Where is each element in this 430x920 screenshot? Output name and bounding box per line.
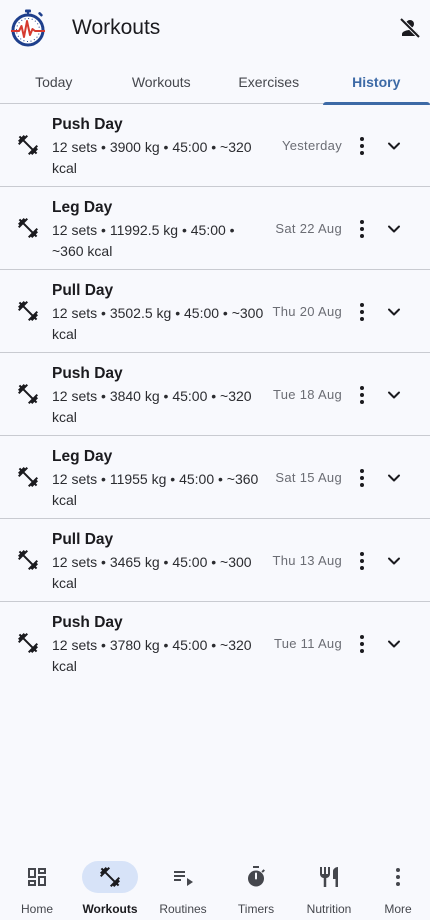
nav-indicator [228, 861, 284, 893]
workout-title: Pull Day [52, 282, 114, 299]
chevron-down-icon[interactable] [382, 134, 406, 158]
more-vert-icon[interactable] [350, 217, 374, 241]
nav-label: More [384, 902, 412, 916]
nav-workouts[interactable]: Workouts [74, 848, 146, 920]
workout-summary: 12 sets • 11955 kg • 45:00 • ~360 kcal [52, 471, 259, 508]
history-item[interactable]: Pull Day 12 sets • 3465 kg • 45:00 • ~30… [0, 519, 430, 602]
bottom-navigation: Home Workouts Routines Timers Nutrition … [0, 848, 430, 920]
more-vert-icon[interactable] [350, 134, 374, 158]
nav-indicator [155, 861, 211, 893]
top-app-bar: Workouts [0, 0, 430, 56]
person-off-icon[interactable] [398, 16, 422, 40]
more-vert-icon[interactable] [350, 549, 374, 573]
tab-label: Workouts [131, 74, 191, 90]
tab-label: History [352, 74, 401, 90]
tab-label: Today [35, 74, 73, 90]
workout-date: Thu 13 Aug [272, 553, 342, 568]
nav-nutrition[interactable]: Nutrition [293, 848, 365, 920]
nav-label: Timers [237, 902, 275, 916]
workout-summary: 12 sets • 3502.5 kg • 45:00 • ~300 kcal [52, 305, 264, 342]
nav-timers[interactable]: Timers [220, 848, 292, 920]
chevron-down-icon[interactable] [382, 466, 406, 490]
workout-title: Push Day [52, 365, 123, 382]
nav-indicator [370, 861, 426, 893]
dumbbell-icon [16, 216, 40, 240]
nav-indicator [82, 861, 138, 893]
dumbbell-icon [98, 865, 122, 889]
chevron-down-icon[interactable] [382, 300, 406, 324]
history-item[interactable]: Push Day 12 sets • 3900 kg • 45:00 • ~32… [0, 104, 430, 187]
nav-label: Home [20, 902, 53, 916]
nav-label: Nutrition [306, 902, 352, 916]
history-item[interactable]: Leg Day 12 sets • 11955 kg • 45:00 • ~36… [0, 436, 430, 519]
dumbbell-icon [16, 382, 40, 406]
dumbbell-icon [16, 299, 40, 323]
restaurant-icon [317, 865, 341, 889]
more-vert-icon[interactable] [350, 300, 374, 324]
nav-routines[interactable]: Routines [147, 848, 219, 920]
timer-icon [244, 865, 268, 889]
workout-title: Pull Day [52, 531, 114, 548]
more-vert-icon[interactable] [350, 466, 374, 490]
history-item[interactable]: Push Day 12 sets • 3840 kg • 45:00 • ~32… [0, 353, 430, 436]
workout-date: Tue 18 Aug [272, 387, 342, 402]
nav-more[interactable]: More [362, 848, 430, 920]
tab-bar: Today Workouts Exercises History [0, 60, 430, 105]
tab-workouts[interactable]: Workouts [108, 60, 216, 104]
nav-label: Workouts [82, 902, 138, 916]
workout-summary: 12 sets • 3780 kg • 45:00 • ~320 kcal [52, 637, 252, 674]
app-logo-icon [8, 8, 48, 48]
workout-title: Push Day [52, 614, 123, 631]
nav-indicator [301, 861, 357, 893]
dumbbell-icon [16, 548, 40, 572]
nav-indicator [9, 861, 65, 893]
workout-title: Leg Day [52, 199, 113, 216]
workout-date: Tue 11 Aug [273, 636, 342, 651]
chevron-down-icon[interactable] [382, 217, 406, 241]
more-vert-icon[interactable] [350, 632, 374, 656]
history-item[interactable]: Push Day 12 sets • 3780 kg • 45:00 • ~32… [0, 602, 430, 685]
tab-today[interactable]: Today [0, 60, 108, 104]
page-title: Workouts [72, 16, 161, 39]
workout-summary: 12 sets • 3840 kg • 45:00 • ~320 kcal [52, 388, 252, 425]
chevron-down-icon[interactable] [382, 549, 406, 573]
dumbbell-icon [16, 631, 40, 655]
workout-title: Leg Day [52, 448, 113, 465]
dumbbell-icon [16, 133, 40, 157]
dumbbell-icon [16, 465, 40, 489]
tab-history[interactable]: History [322, 60, 430, 105]
more-vert-icon [386, 865, 410, 889]
history-list: Push Day 12 sets • 3900 kg • 45:00 • ~32… [0, 104, 430, 685]
workout-date: Thu 20 Aug [272, 304, 342, 319]
history-item[interactable]: Leg Day 12 sets • 11992.5 kg • 45:00 • ~… [0, 187, 430, 270]
nav-home[interactable]: Home [1, 848, 73, 920]
workout-date: Sat 22 Aug [275, 221, 342, 236]
workout-date: Yesterday [281, 138, 342, 153]
history-item[interactable]: Pull Day 12 sets • 3502.5 kg • 45:00 • ~… [0, 270, 430, 353]
playlist-play-icon [171, 865, 195, 889]
workout-summary: 12 sets • 3465 kg • 45:00 • ~300 kcal [52, 554, 252, 591]
more-vert-icon[interactable] [350, 383, 374, 407]
workout-summary: 12 sets • 3900 kg • 45:00 • ~320 kcal [52, 139, 252, 176]
workout-title: Push Day [52, 116, 123, 133]
dashboard-icon [25, 865, 49, 889]
chevron-down-icon[interactable] [382, 632, 406, 656]
tab-label: Exercises [238, 74, 300, 90]
nav-label: Routines [159, 902, 207, 916]
tab-exercises[interactable]: Exercises [215, 60, 323, 104]
chevron-down-icon[interactable] [382, 383, 406, 407]
workout-date: Sat 15 Aug [275, 470, 342, 485]
workout-summary: 12 sets • 11992.5 kg • 45:00 • ~360 kcal [52, 222, 235, 259]
